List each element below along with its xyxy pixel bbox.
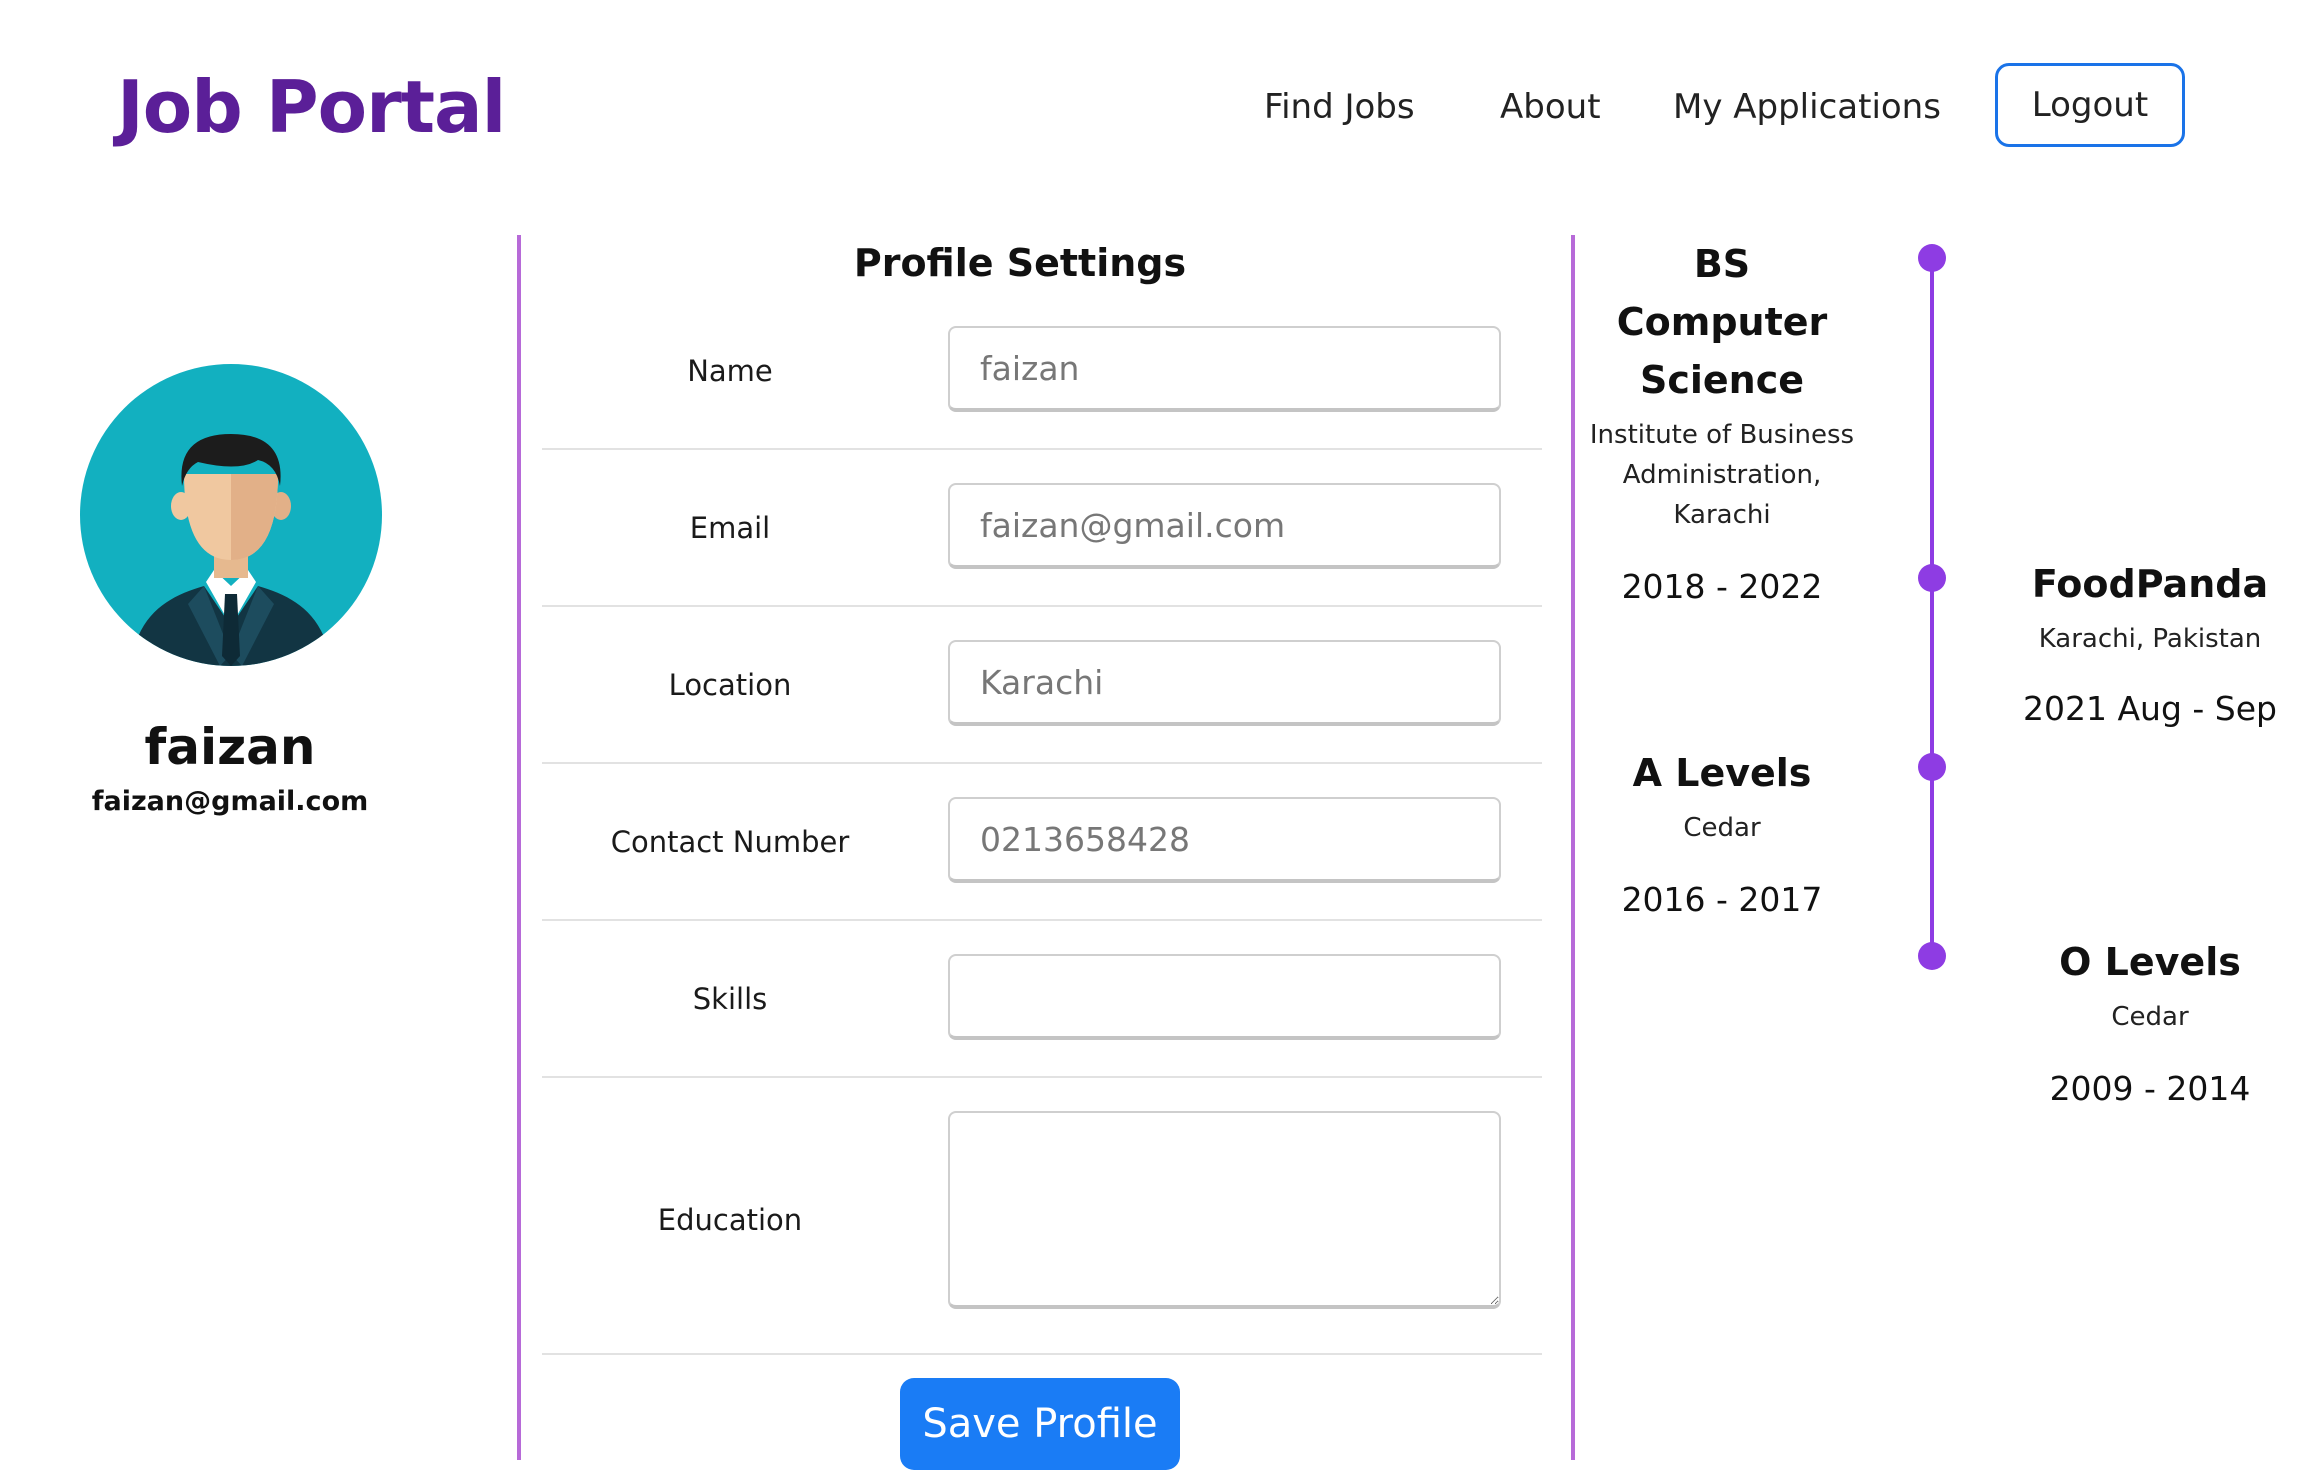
- timeline-dot: [1918, 244, 1946, 272]
- timeline-line: [1930, 258, 1934, 958]
- skills-label: Skills: [692, 982, 768, 1016]
- timeline-dot: [1918, 753, 1946, 781]
- timeline-dot: [1918, 564, 1946, 592]
- location-label: Location: [668, 668, 792, 702]
- left-divider: [517, 235, 521, 1460]
- timeline-item: A Levels Cedar 2016 - 2017: [1582, 744, 1862, 922]
- brand-logo[interactable]: Job Portal: [117, 62, 506, 152]
- row-divider: [542, 605, 1542, 607]
- profile-email: faizan@gmail.com: [91, 786, 369, 817]
- timeline-item-subtitle: Institute of Business Administration, Ka…: [1589, 420, 1855, 530]
- timeline-item-subtitle: Cedar: [1683, 813, 1761, 843]
- timeline-item-title: FoodPanda: [2031, 562, 2269, 606]
- row-divider: [542, 1076, 1542, 1078]
- timeline-item-subtitle: Karachi, Pakistan: [2038, 624, 2262, 654]
- timeline-item-date: 2021 Aug - Sep: [2023, 689, 2277, 728]
- timeline-item: BS Computer Science Institute of Busines…: [1582, 235, 1862, 609]
- email-input[interactable]: [948, 483, 1501, 569]
- timeline-item-date: 2016 - 2017: [1621, 880, 1823, 919]
- timeline-item-subtitle: Cedar: [2111, 1002, 2189, 1032]
- skills-input[interactable]: [948, 954, 1501, 1040]
- contact-number-input[interactable]: [948, 797, 1501, 883]
- row-divider: [542, 1353, 1542, 1355]
- row-divider: [542, 448, 1542, 450]
- profile-name: faizan: [144, 718, 316, 776]
- location-input[interactable]: [948, 640, 1501, 726]
- education-textarea[interactable]: [948, 1111, 1501, 1309]
- name-label: Name: [687, 354, 773, 388]
- row-divider: [542, 919, 1542, 921]
- email-label: Email: [689, 511, 771, 545]
- top-navbar: Job Portal Find Jobs About My Applicatio…: [0, 0, 2298, 215]
- timeline-item-date: 2009 - 2014: [2049, 1069, 2251, 1108]
- row-divider: [542, 762, 1542, 764]
- name-input[interactable]: [948, 326, 1501, 412]
- form-title: Profile Settings: [853, 241, 1187, 285]
- timeline-item-title: BS Computer Science: [1616, 242, 1828, 402]
- save-profile-button[interactable]: Save Profile: [900, 1378, 1180, 1470]
- nav-my-applications[interactable]: My Applications: [1673, 82, 1941, 132]
- timeline-item-title: A Levels: [1632, 751, 1812, 795]
- timeline-item: O Levels Cedar 2009 - 2014: [2010, 933, 2290, 1111]
- timeline-dot: [1918, 942, 1946, 970]
- education-label: Education: [657, 1203, 803, 1237]
- timeline-item-date: 2018 - 2022: [1621, 567, 1823, 606]
- timeline-item-title: O Levels: [2059, 940, 2241, 984]
- user-avatar-icon: [80, 364, 382, 666]
- timeline-item: FoodPanda Karachi, Pakistan 2021 Aug - S…: [2010, 555, 2290, 731]
- nav-about[interactable]: About: [1500, 82, 1601, 132]
- nav-find-jobs[interactable]: Find Jobs: [1264, 82, 1415, 132]
- right-divider: [1571, 235, 1575, 1460]
- logout-button[interactable]: Logout: [1995, 63, 2185, 147]
- contact-number-label: Contact Number: [610, 825, 850, 859]
